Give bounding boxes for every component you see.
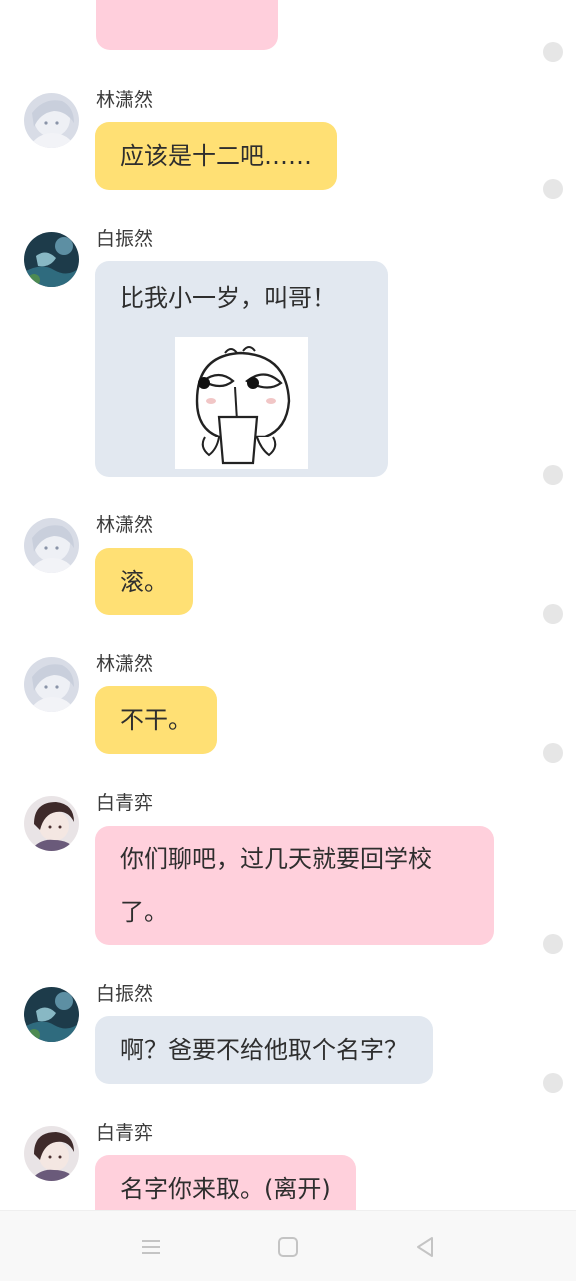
message-bubble[interactable]: 滚。 [95,548,193,615]
home-icon[interactable] [274,1233,302,1261]
status-dot [543,934,563,954]
message-text: 名字你来取。(离开) [120,1175,331,1203]
avatar-linxiaoran[interactable] [24,657,79,712]
sender-name: 林潇然 [96,514,154,536]
message-bubble[interactable]: 不干。 [95,686,217,754]
sender-name: 白振然 [96,983,154,1005]
status-dot [543,42,563,62]
avatar-baiqingyi[interactable] [24,796,79,851]
message-bubble[interactable]: 你们聊吧，过几天就要回学校了。 [95,826,494,945]
avatar-baiqingyi[interactable] [24,1126,79,1181]
status-dot [543,604,563,624]
status-dot [543,465,563,485]
message-text: 不干。 [120,706,192,734]
message-bubble-partial [96,0,278,50]
sender-name: 白振然 [96,228,154,250]
message-text: 滚。 [120,568,168,596]
sender-name: 林潇然 [96,89,154,111]
message-bubble[interactable]: 啊？爸要不给他取个名字？ [95,1016,433,1084]
sender-name: 白青弈 [96,792,154,814]
avatar-linxiaoran[interactable] [24,93,79,148]
status-dot [543,179,563,199]
message-text: 你们聊吧，过几天就要回学校了。 [120,845,432,926]
meme-sticker-icon[interactable] [175,337,308,469]
avatar-linxiaoran[interactable] [24,518,79,573]
back-icon[interactable] [411,1233,439,1261]
status-dot [543,743,563,763]
message-bubble[interactable]: 应该是十二吧…… [95,122,337,190]
message-text: 比我小一岁，叫哥！ [120,284,336,312]
sender-name: 林潇然 [96,653,154,675]
sender-name: 白青弈 [96,1122,154,1144]
status-dot [543,1073,563,1093]
menu-icon[interactable] [137,1233,165,1261]
avatar-baizhenran[interactable] [24,987,79,1042]
message-text: 应该是十二吧…… [120,142,312,170]
system-navigation-bar [0,1210,576,1281]
chat-list[interactable]: 林潇然 应该是十二吧…… 白振然 比我小一岁，叫哥！ 林潇然 滚。 林潇然 不干… [0,0,576,1210]
avatar-baizhenran[interactable] [24,232,79,287]
message-text: 啊？爸要不给他取个名字？ [120,1036,408,1064]
message-bubble[interactable]: 名字你来取。(离开) [95,1155,356,1210]
